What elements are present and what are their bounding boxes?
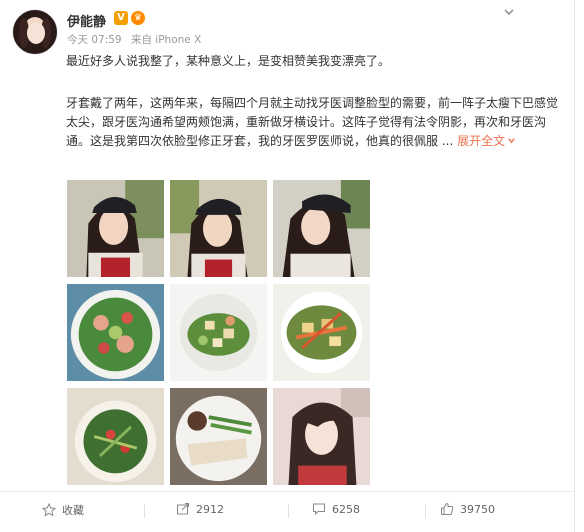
photo-selfie-2[interactable] [170,180,267,277]
photo-selfie-3[interactable] [273,180,370,277]
repost-icon [177,503,189,515]
like-count: 39750 [460,503,495,516]
footer-separator [288,504,289,518]
repost-button[interactable]: 2912 [176,502,224,516]
member-crown-icon[interactable]: ♛ [131,11,145,25]
comment-count: 6258 [332,503,360,516]
post-body: 牙套戴了两年，这两年来，每隔四个月就主动找牙医调整脸型的需要，前一阵子太瘦下巴感… [66,94,566,151]
star-icon [42,503,56,517]
like-button[interactable]: 39750 [440,502,495,516]
favorite-button[interactable]: 收藏 [42,502,84,518]
post-menu-chevron-icon[interactable] [502,5,516,23]
repost-count: 2912 [196,503,224,516]
photo-salad-4[interactable] [67,388,164,485]
footer-separator [144,504,145,518]
post-text-line1: 最近好多人说我整了，某种意义上，是变相赞美我变漂亮了。 [66,54,391,68]
favorite-label: 收藏 [62,504,84,517]
footer-divider [0,491,575,492]
thumbs-up-icon [441,502,454,515]
photo-salad-2[interactable] [170,284,267,381]
expand-label[interactable]: 展开全文 [457,134,505,148]
chevron-down-icon [508,138,515,144]
post-meta: 今天 07:59 来自 iPhone X [67,32,201,47]
verified-icon: V [114,11,128,25]
author-name[interactable]: 伊能静 [67,11,106,30]
weibo-post-card: 伊能静 V ♛ 今天 07:59 来自 iPhone X 最近好多人说我整了，某… [0,0,575,532]
photo-fish-asparagus[interactable] [170,388,267,485]
photo-selfie-1[interactable] [67,180,164,277]
comment-button[interactable]: 6258 [312,502,360,516]
footer-separator [425,504,426,518]
post-actions: 收藏 2912 6258 39750 [0,495,575,529]
photo-salad-3[interactable] [273,284,370,381]
post-source[interactable]: 来自 iPhone X [131,34,201,46]
photo-portrait[interactable] [273,388,370,485]
author-avatar[interactable] [12,9,58,55]
photo-grid [67,180,372,485]
comment-icon [313,503,325,516]
expand-full-text-link[interactable]: 展开全文 [457,134,516,148]
photo-salad-1[interactable] [67,284,164,381]
post-time[interactable]: 今天 07:59 [67,34,122,46]
